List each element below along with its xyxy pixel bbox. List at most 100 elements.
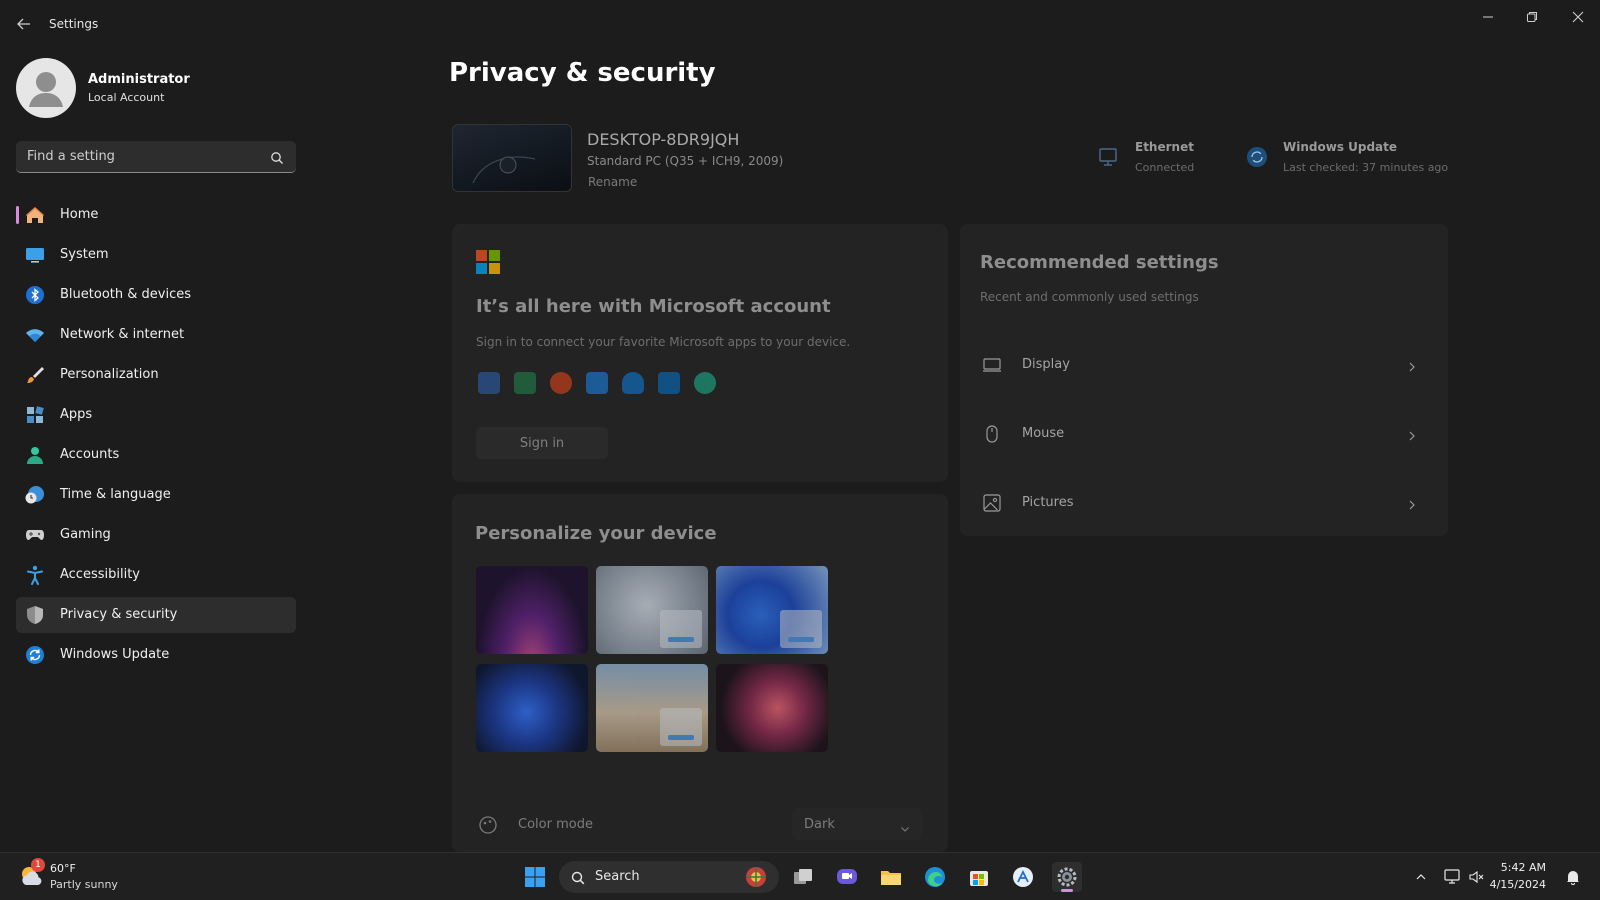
clock-globe-icon bbox=[25, 485, 45, 505]
update-icon bbox=[25, 645, 45, 665]
sidebar-item-label: Accounts bbox=[60, 447, 120, 462]
sidebar-item-system[interactable]: System bbox=[16, 237, 296, 273]
restore-button[interactable] bbox=[1512, 6, 1552, 28]
sidebar-item-label: Personalization bbox=[60, 367, 159, 382]
profile-name: Administrator bbox=[88, 72, 190, 87]
weather-alert-badge: 1 bbox=[31, 858, 45, 872]
search-input[interactable]: Find a setting bbox=[16, 141, 296, 173]
wallpaper-thumbnail[interactable] bbox=[476, 566, 588, 654]
color-mode-icon bbox=[478, 815, 498, 835]
active-app-indicator bbox=[1061, 889, 1073, 892]
sign-in-button[interactable]: Sign in bbox=[476, 427, 608, 459]
recommended-item-pictures[interactable]: Pictures bbox=[960, 475, 1448, 531]
sidebar-item-accounts[interactable]: Accounts bbox=[16, 437, 296, 473]
search-icon bbox=[571, 870, 585, 889]
windows-update-last-checked: Last checked: 37 minutes ago bbox=[1283, 161, 1449, 174]
file-explorer-icon[interactable] bbox=[876, 862, 906, 892]
task-view-icon[interactable] bbox=[788, 862, 818, 892]
back-arrow-icon[interactable] bbox=[14, 14, 34, 34]
taskbar-search-label: Search bbox=[595, 869, 640, 884]
sidebar-item-apps[interactable]: Apps bbox=[16, 397, 296, 433]
close-button[interactable] bbox=[1558, 6, 1598, 28]
sidebar-item-network[interactable]: Network & internet bbox=[16, 317, 296, 353]
windows-update-title[interactable]: Windows Update bbox=[1283, 140, 1397, 154]
sidebar-item-accessibility[interactable]: Accessibility bbox=[16, 557, 296, 593]
teams-chat-icon[interactable] bbox=[832, 862, 862, 892]
monitor-icon bbox=[982, 355, 1002, 375]
word-icon bbox=[478, 372, 500, 394]
ethernet-title[interactable]: Ethernet bbox=[1135, 140, 1194, 154]
sidebar-item-home[interactable]: Home bbox=[16, 197, 296, 233]
sidebar-item-label: Accessibility bbox=[60, 567, 140, 582]
outlook-icon bbox=[658, 372, 680, 394]
apps-icon bbox=[25, 405, 45, 425]
sidebar-item-label: Home bbox=[60, 207, 99, 222]
wallpaper-thumbnail[interactable] bbox=[596, 566, 708, 654]
clock-date[interactable]: 4/15/2024 bbox=[1490, 878, 1546, 891]
sidebar-item-label: Time & language bbox=[60, 487, 171, 502]
color-mode-dropdown[interactable]: Dark bbox=[792, 808, 922, 840]
edge-browser-icon[interactable] bbox=[920, 862, 950, 892]
brush-icon bbox=[25, 365, 45, 385]
sidebar-item-label: Bluetooth & devices bbox=[60, 287, 191, 302]
wallpaper-thumbnail[interactable] bbox=[476, 664, 588, 752]
profile-account-type: Local Account bbox=[88, 91, 165, 104]
sidebar-item-label: Network & internet bbox=[60, 327, 185, 342]
theme-preview bbox=[780, 610, 822, 648]
sidebar-item-label: Gaming bbox=[60, 527, 111, 542]
recommended-item-label: Display bbox=[1022, 357, 1070, 372]
volume-muted-icon[interactable] bbox=[1462, 862, 1492, 892]
chevron-up-icon[interactable] bbox=[1406, 862, 1436, 892]
home-icon bbox=[25, 205, 45, 225]
wallpaper-thumbnail[interactable] bbox=[596, 664, 708, 752]
color-mode-value: Dark bbox=[804, 817, 835, 832]
device-thumbnail bbox=[452, 124, 572, 192]
microsoft-account-subtext: Sign in to connect your favorite Microso… bbox=[476, 335, 851, 349]
minimize-button[interactable] bbox=[1468, 6, 1508, 28]
weather-temperature: 60°F bbox=[50, 862, 76, 875]
personalize-heading: Personalize your device bbox=[475, 523, 717, 544]
avatar[interactable] bbox=[16, 58, 76, 118]
ethernet-status: Connected bbox=[1135, 161, 1195, 174]
sidebar-item-gaming[interactable]: Gaming bbox=[16, 517, 296, 553]
recommended-item-label: Mouse bbox=[1022, 426, 1065, 441]
gamepad-icon bbox=[25, 525, 45, 545]
recommended-item-mouse[interactable]: Mouse bbox=[960, 406, 1448, 462]
microsoft-store-icon[interactable] bbox=[964, 862, 994, 892]
rename-link[interactable]: Rename bbox=[588, 175, 637, 189]
search-icon bbox=[270, 150, 284, 164]
microsoft-account-heading: It’s all here with Microsoft account bbox=[476, 296, 831, 317]
device-spec: Standard PC (Q35 + ICH9, 2009) bbox=[587, 154, 784, 168]
recommended-item-display[interactable]: Display bbox=[960, 337, 1448, 393]
microsoft-logo-icon bbox=[476, 250, 500, 274]
app-installer-icon[interactable] bbox=[1008, 862, 1038, 892]
wallpaper-thumbnail[interactable] bbox=[716, 566, 828, 654]
sidebar-item-label: Apps bbox=[60, 407, 93, 422]
excel-icon bbox=[514, 372, 536, 394]
weather-description: Partly sunny bbox=[50, 878, 118, 891]
accessibility-icon bbox=[25, 565, 45, 585]
color-mode-label: Color mode bbox=[518, 817, 593, 832]
bluetooth-icon bbox=[25, 285, 45, 305]
sidebar-item-privacy-security[interactable]: Privacy & security bbox=[16, 597, 296, 633]
sidebar-item-bluetooth[interactable]: Bluetooth & devices bbox=[16, 277, 296, 313]
recommended-heading: Recommended settings bbox=[980, 252, 1219, 273]
notification-bell-icon[interactable] bbox=[1558, 862, 1588, 892]
sidebar-item-windows-update[interactable]: Windows Update bbox=[16, 637, 296, 673]
recommended-item-label: Pictures bbox=[1022, 495, 1074, 510]
theme-preview bbox=[660, 708, 702, 746]
powerpoint-icon bbox=[550, 372, 572, 394]
clock-time[interactable]: 5:42 AM bbox=[1501, 861, 1546, 874]
sidebar-item-label: System bbox=[60, 247, 109, 262]
sidebar-item-personalization[interactable]: Personalization bbox=[16, 357, 296, 393]
settings-app-icon[interactable] bbox=[1052, 862, 1082, 892]
start-button[interactable] bbox=[520, 862, 550, 892]
family-safety-icon bbox=[694, 372, 716, 394]
sidebar-nav: Home System Bluetooth & devices Network … bbox=[16, 197, 296, 677]
theme-preview bbox=[660, 610, 702, 648]
taskbar-search[interactable]: Search bbox=[559, 861, 779, 893]
sidebar-item-time-language[interactable]: Time & language bbox=[16, 477, 296, 513]
wallpaper-thumbnail[interactable] bbox=[716, 664, 828, 752]
chevron-right-icon bbox=[1406, 427, 1418, 441]
chevron-down-icon bbox=[900, 819, 910, 832]
